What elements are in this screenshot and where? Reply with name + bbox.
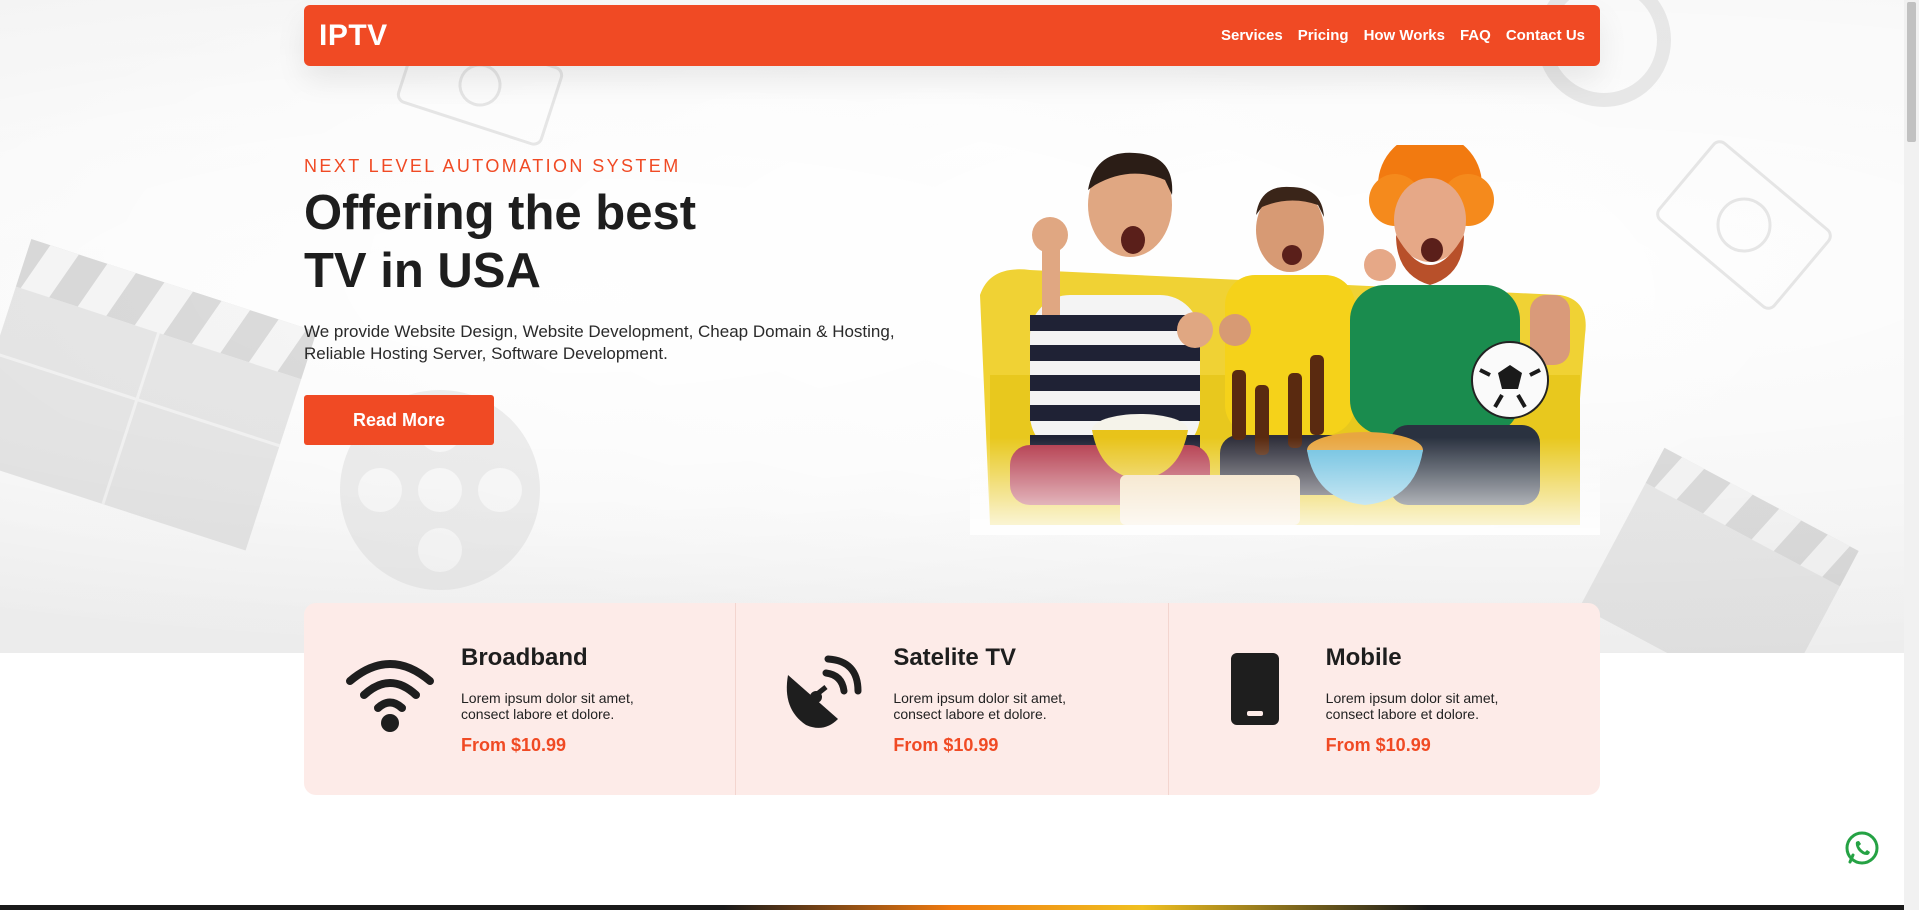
- nav-link-faq[interactable]: FAQ: [1460, 27, 1491, 44]
- clapperboard-decoration-2: [1579, 447, 1859, 653]
- nav-menu: Services Pricing How Works FAQ Contact U…: [1221, 27, 1585, 44]
- read-more-button[interactable]: Read More: [304, 395, 494, 445]
- hero-title-line-1: Offering the best: [304, 186, 697, 240]
- wifi-icon: [346, 660, 434, 732]
- service-title: Broadband: [461, 644, 588, 671]
- whatsapp-icon[interactable]: [1843, 830, 1881, 868]
- scrollbar-thumb[interactable]: [1907, 2, 1916, 142]
- brand-logo[interactable]: IPTV: [319, 19, 388, 53]
- service-price: From $10.99: [893, 735, 999, 755]
- service-card-broadband[interactable]: Broadband Lorem ipsum dolor sit amet, co…: [304, 603, 737, 795]
- mobile-phone-icon: [1230, 653, 1279, 725]
- hero-image-fans-watching-tv: [970, 145, 1600, 535]
- satellite-dish-icon: [787, 655, 862, 728]
- top-navbar: IPTV Services Pricing How Works FAQ Cont…: [304, 5, 1600, 66]
- hero-eyebrow: NEXT LEVEL AUTOMATION SYSTEM: [304, 156, 681, 176]
- cinema-ticket-decoration-2: [1656, 140, 1832, 310]
- hero-background: [0, 0, 1904, 653]
- hero-description: We provide Website Design, Website Devel…: [304, 322, 895, 363]
- service-card-mobile[interactable]: Mobile Lorem ipsum dolor sit amet, conse…: [1169, 603, 1600, 795]
- hero-title-line-2: TV in USA: [304, 244, 541, 298]
- service-title: Mobile: [1325, 644, 1402, 671]
- service-price: From $10.99: [1325, 735, 1431, 755]
- page-scrollbar[interactable]: [1904, 0, 1919, 910]
- clapperboard-decoration: [0, 239, 317, 551]
- service-description: Lorem ipsum dolor sit amet, consect labo…: [893, 690, 1067, 722]
- nav-link-how-works[interactable]: How Works: [1364, 27, 1445, 44]
- nav-link-pricing[interactable]: Pricing: [1298, 27, 1349, 44]
- services-section: Broadband Lorem ipsum dolor sit amet, co…: [304, 603, 1600, 795]
- nav-link-contact-us[interactable]: Contact Us: [1506, 27, 1585, 44]
- service-description: Lorem ipsum dolor sit amet, consect labo…: [1325, 690, 1499, 722]
- service-description: Lorem ipsum dolor sit amet, consect labo…: [461, 690, 634, 722]
- service-title: Satelite TV: [893, 644, 1017, 671]
- next-section-edge: [0, 905, 1904, 910]
- service-card-satelite-tv[interactable]: Satelite TV Lorem ipsum dolor sit amet, …: [736, 603, 1169, 795]
- hero-title: Offering the best TV in USA: [304, 184, 864, 300]
- nav-link-services[interactable]: Services: [1221, 27, 1283, 44]
- service-price: From $10.99: [461, 735, 567, 755]
